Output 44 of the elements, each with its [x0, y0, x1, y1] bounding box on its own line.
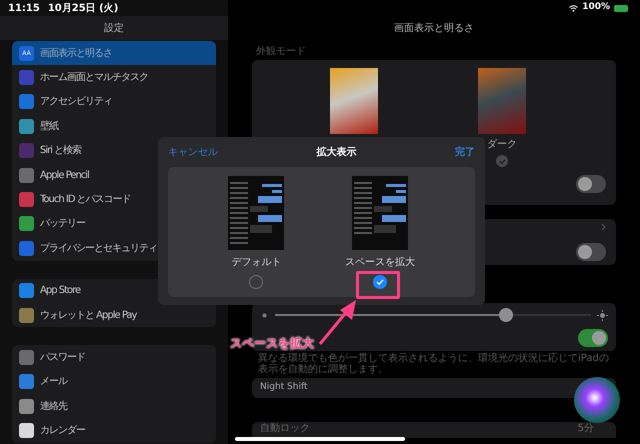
sun-icon [260, 310, 269, 320]
wifi-icon [569, 4, 578, 12]
option-label: スペースを拡大 [344, 256, 415, 270]
sidebar-item[interactable]: Apple Pencil [12, 162, 216, 188]
sidebar-item[interactable]: プライバシーとセキュリティ [12, 236, 216, 261]
checkmark-icon[interactable] [372, 275, 387, 289]
modal-title: 拡大表示 [316, 146, 356, 160]
battery-percent: 100% [582, 1, 610, 14]
checkmark-icon[interactable] [496, 155, 508, 167]
sidebar-item[interactable]: カレンダー [12, 418, 216, 443]
sidebar-item[interactable]: メール [12, 370, 216, 394]
description-text: 異なる環境でも色が一貫して表示されるように、環境光の状況に応じてiPadの表示を自動的に調整します。 [257, 353, 610, 375]
sidebar-item[interactable]: バッテリー [12, 212, 216, 236]
radio-button[interactable] [249, 275, 264, 289]
sidebar-item[interactable]: App Store [12, 278, 216, 303]
cancel-button[interactable]: キャンセル [168, 144, 218, 160]
sidebar-item[interactable]: パスワード [12, 345, 216, 370]
sidebar-item[interactable]: ウォレットと Apple Pay [12, 302, 216, 328]
status-time: 11:15 [8, 2, 40, 16]
night-shift-row[interactable]: Night Shift [252, 378, 616, 398]
toggle-switch[interactable] [576, 175, 606, 193]
option-label: ダーク [487, 138, 517, 152]
toggle-switch[interactable] [578, 329, 608, 347]
done-button[interactable]: 完了 [455, 144, 475, 160]
annotation-label: スペースを拡大 [230, 335, 314, 352]
sidebar-item[interactable]: 壁紙 [12, 114, 216, 139]
toggle-switch[interactable] [576, 243, 606, 261]
chevron-icon [601, 223, 606, 231]
option-label: デフォルト [231, 256, 282, 270]
sidebar-item[interactable]: アクセシビリティ [12, 90, 216, 114]
row-label: 自動ロック [260, 423, 310, 435]
highlight-frame [356, 271, 400, 299]
sun-icon [597, 310, 608, 320]
sidebar-item[interactable]: ホーム画面とマルチタスク [12, 65, 216, 90]
page-title: 画面表示と明るさ [394, 22, 474, 36]
battery-icon [614, 4, 628, 12]
siri-orb-overlay [574, 377, 620, 423]
status-date: 10月25日 (火) [48, 2, 118, 16]
sidebar-title: 設定 [104, 22, 124, 36]
sidebar-item[interactable]: Touch ID とパスコード [12, 187, 216, 212]
wallpaper-preview[interactable] [330, 68, 378, 134]
section-header: 外観モード [255, 45, 307, 59]
row-value: 5分 [578, 423, 594, 435]
sidebar-item[interactable]: 連絡先 [12, 394, 216, 418]
